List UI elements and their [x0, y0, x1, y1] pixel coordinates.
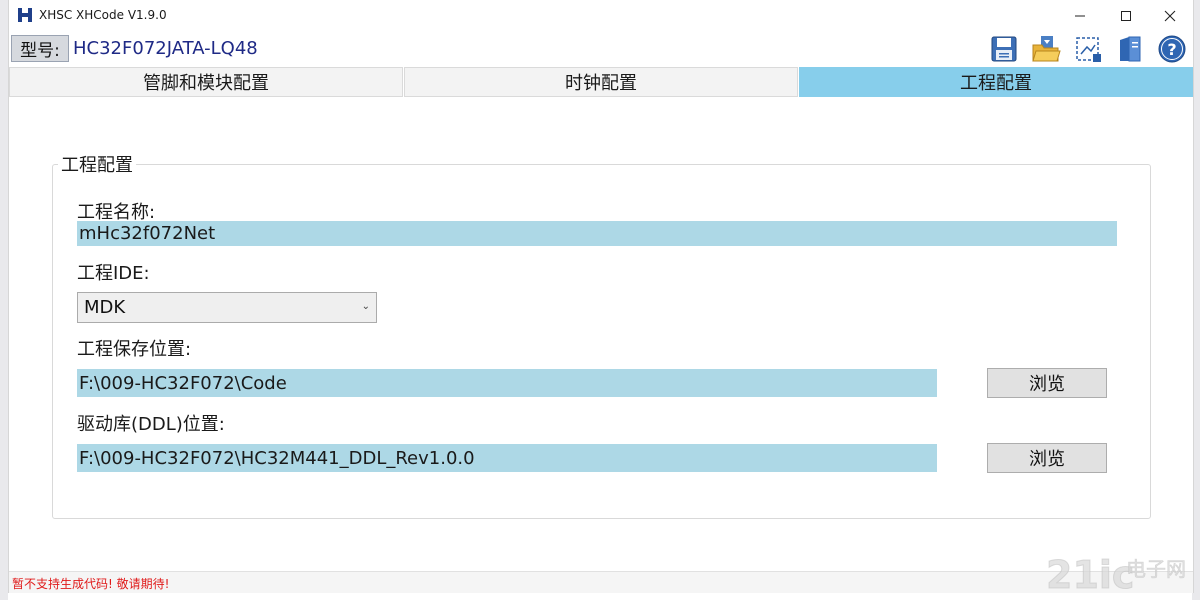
window-title: XHSC XHCode V1.9.0 [39, 8, 167, 22]
background-window-edge-left [0, 0, 8, 600]
tab-bar: 管脚和模块配置 时钟配置 工程配置 [9, 67, 1193, 98]
close-icon [1164, 10, 1176, 21]
title-bar: XHSC XHCode V1.9.0 [9, 0, 1193, 31]
save-location-label: 工程保存位置: [77, 339, 192, 360]
minimize-icon [1075, 15, 1085, 16]
svg-text:?: ? [1167, 40, 1176, 59]
app-logo-icon [18, 8, 32, 22]
tab-project-config[interactable]: 工程配置 [799, 67, 1193, 97]
watermark-text: 电子网 [1126, 557, 1186, 581]
project-ide-select[interactable]: MDK ⌄ [77, 292, 377, 323]
open-folder-icon[interactable] [1031, 34, 1061, 64]
status-message: 暂不支持生成代码! 敬请期待! [12, 577, 170, 591]
tab-clock-config[interactable]: 时钟配置 [404, 67, 798, 97]
help-icon[interactable]: ? [1157, 34, 1187, 64]
maximize-icon [1121, 10, 1131, 21]
watermark-logo: 21ic 电子网 [1046, 553, 1187, 597]
maximize-button[interactable] [1103, 0, 1149, 31]
save-icon[interactable] [989, 34, 1019, 64]
project-name-input[interactable]: mHc32f072Net [77, 221, 1117, 246]
generate-code-icon[interactable] [1073, 34, 1103, 64]
group-title: 工程配置 [58, 151, 136, 177]
save-location-input[interactable]: F:\009-HC32F072\Code [77, 369, 937, 397]
minimize-button[interactable] [1057, 0, 1103, 31]
status-bar: 暂不支持生成代码! 敬请期待! [9, 571, 1193, 593]
tab-pin-module-config[interactable]: 管脚和模块配置 [9, 67, 403, 97]
browse-ddl-location-button[interactable]: 浏览 [987, 443, 1107, 473]
close-button[interactable] [1147, 0, 1193, 31]
project-ide-value: MDK [84, 297, 126, 318]
model-value: HC32F072JATA-LQ48 [73, 38, 258, 59]
chevron-down-icon: ⌄ [361, 301, 370, 312]
project-ide-label: 工程IDE: [77, 263, 150, 284]
model-label: 型号: [11, 35, 69, 62]
ddl-location-label: 驱动库(DDL)位置: [77, 414, 225, 435]
app-window: XHSC XHCode V1.9.0 型号: HC32F072JATA-LQ48 [8, 0, 1194, 593]
ddl-location-input[interactable]: F:\009-HC32F072\HC32M441_DDL_Rev1.0.0 [77, 444, 937, 472]
browse-save-location-button[interactable]: 浏览 [987, 368, 1107, 398]
document-icon[interactable] [1115, 34, 1145, 64]
watermark-logo-text: 21ic [1046, 553, 1134, 596]
